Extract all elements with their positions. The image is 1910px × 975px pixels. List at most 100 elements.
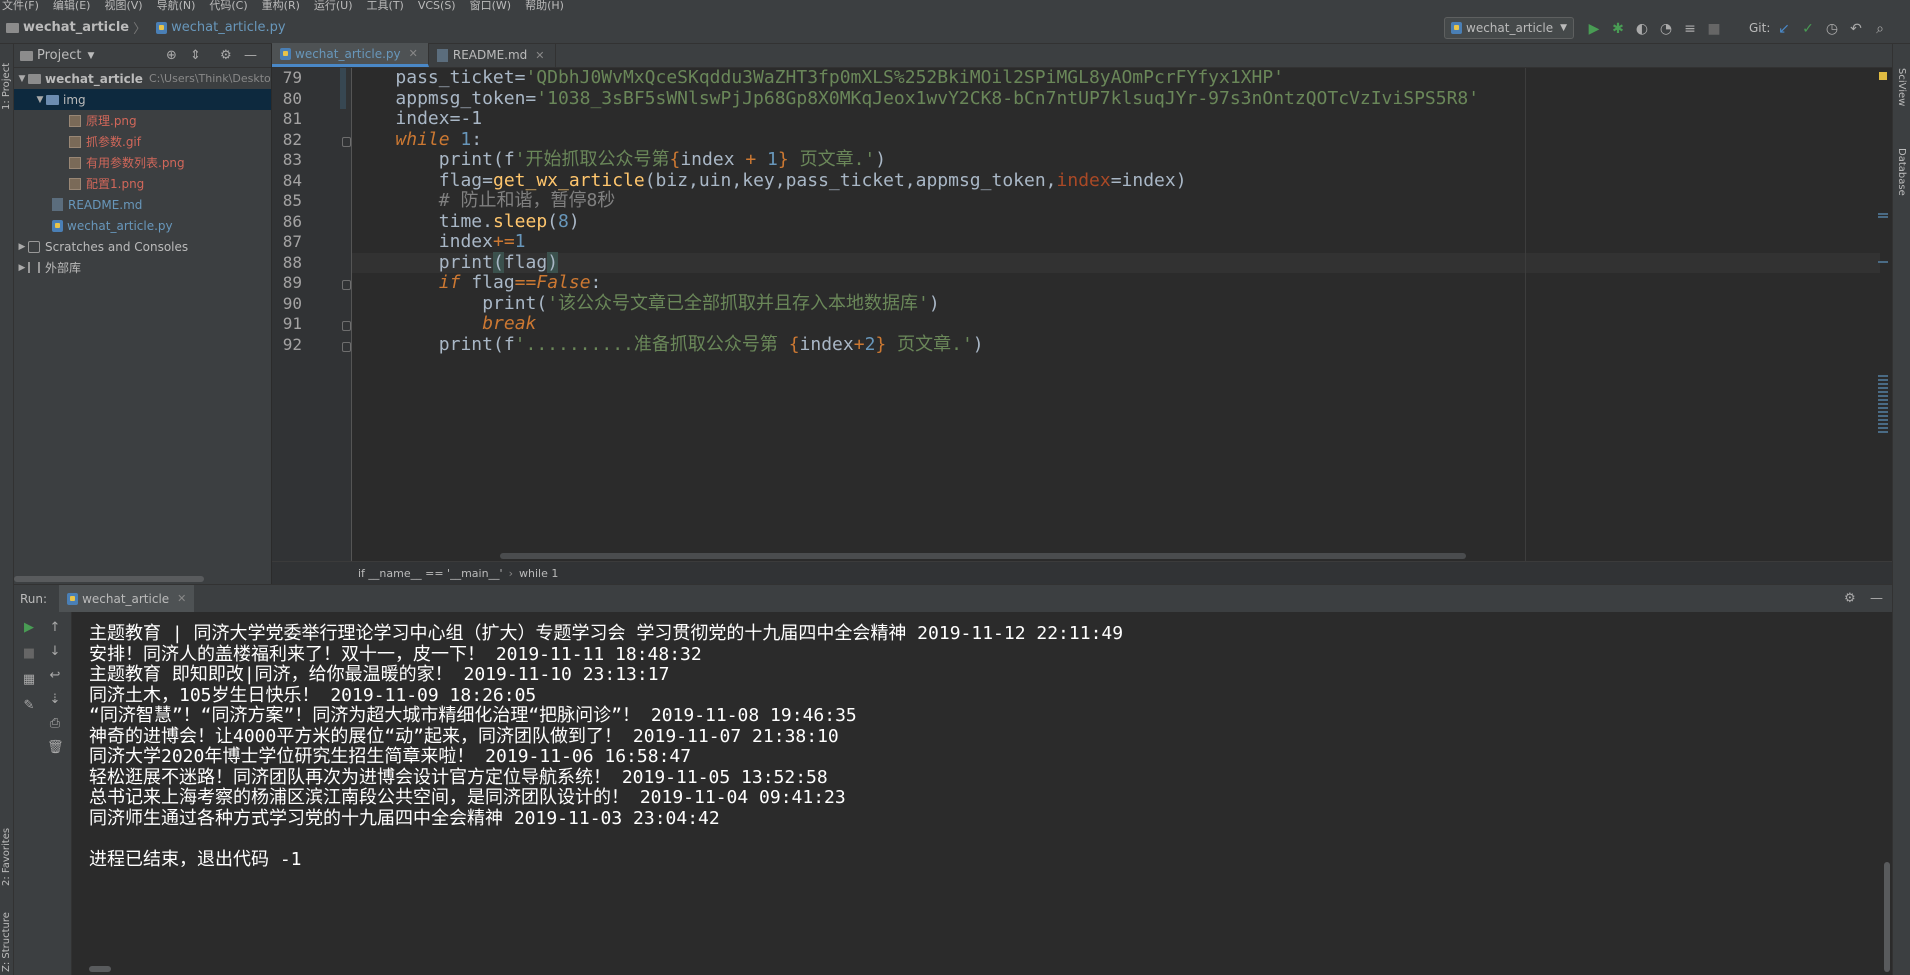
minimize-icon[interactable]: — xyxy=(1870,591,1883,606)
favorites-tool-button[interactable]: 2: Favorites xyxy=(1,814,12,886)
scroll-marker[interactable] xyxy=(1878,391,1888,393)
tree-item-file[interactable]: README.md xyxy=(14,194,271,215)
scroll-marker[interactable] xyxy=(1878,411,1888,413)
code-line[interactable]: if flag==False: xyxy=(352,272,1880,294)
scroll-marker[interactable] xyxy=(1878,216,1888,218)
tree-item-scratches[interactable]: ▶ Scratches and Consoles xyxy=(14,236,271,257)
code-line[interactable]: print('该公众号文章已全部抓取并且存入本地数据库') xyxy=(352,293,1880,315)
structure-tool-button[interactable]: Z: Structure xyxy=(1,904,12,972)
code-line[interactable]: print(f'..........准备抓取公众号第 {index+2} 页文章… xyxy=(352,334,1880,356)
gear-icon[interactable]: ⚙ xyxy=(1844,591,1856,606)
code-line[interactable]: break xyxy=(352,313,1880,335)
gear-icon[interactable]: ⚙ xyxy=(220,48,232,63)
tree-item-project-root[interactable]: ▼ wechat_article C:\Users\Think\Deskto xyxy=(14,68,271,89)
scroll-marker[interactable] xyxy=(1878,415,1888,417)
arrow-down-icon[interactable]: ↓ xyxy=(47,644,63,660)
tree-item-external-libraries[interactable]: ▶ 外部库 xyxy=(14,257,271,278)
tree-item-file[interactable]: 有用参数列表.png xyxy=(14,152,271,173)
scroll-marker[interactable] xyxy=(1878,407,1888,409)
scroll-marker[interactable] xyxy=(1878,403,1888,405)
concurrency-icon[interactable]: ≡ xyxy=(1682,21,1698,37)
breadcrumb-item[interactable]: while 1 xyxy=(519,567,558,580)
menu-item[interactable]: 运行(U) xyxy=(312,0,365,12)
breadcrumb-item[interactable]: if __name__ == '__main__' xyxy=(358,567,503,580)
git-update-icon[interactable]: ↙ xyxy=(1776,21,1792,37)
fold-icon[interactable] xyxy=(342,136,351,147)
arrow-up-icon[interactable]: ↑ xyxy=(47,620,63,636)
git-commit-icon[interactable]: ✓ xyxy=(1800,21,1816,37)
menu-item[interactable]: VCS(S) xyxy=(416,0,468,12)
rerun-icon[interactable]: ▶ xyxy=(21,620,37,636)
code-line[interactable]: flag=get_wx_article(biz,uin,key,pass_tic… xyxy=(352,170,1880,192)
code-line[interactable]: print(flag) xyxy=(352,251,1880,273)
inspection-status-icon[interactable] xyxy=(1879,72,1887,80)
stop-icon[interactable]: ■ xyxy=(1706,21,1722,37)
menu-item[interactable]: 视图(V) xyxy=(102,0,154,12)
code-area[interactable]: pass_ticket='QDbhJ0WvMxQceSKqddu3WaZHT3f… xyxy=(352,68,1880,561)
menu-item[interactable]: 重构(R) xyxy=(260,0,312,12)
code-line[interactable]: # 防止和谐，暂停8秒 xyxy=(352,190,1880,212)
tree-item-file[interactable]: 配置1.png xyxy=(14,173,271,194)
run-tab-wechat-article[interactable]: wechat_article ✕ xyxy=(59,584,195,613)
git-history-icon[interactable]: ◷ xyxy=(1824,21,1840,37)
tree-item-img-folder[interactable]: ▼ img xyxy=(14,89,271,110)
run-configuration-dropdown[interactable]: wechat_article ▼ xyxy=(1444,17,1574,39)
fold-icon[interactable] xyxy=(342,341,351,352)
scroll-marker[interactable] xyxy=(1878,379,1888,381)
minimize-icon[interactable]: — xyxy=(244,48,257,63)
database-tool-button[interactable]: Database xyxy=(1896,148,1907,196)
menu-item[interactable]: 窗口(W) xyxy=(468,0,523,12)
fold-icon[interactable] xyxy=(342,280,351,290)
tree-item-file[interactable]: 原理.png xyxy=(14,110,271,131)
scroll-to-end-icon[interactable]: ⇣ xyxy=(47,692,63,708)
code-line[interactable]: time.sleep(8) xyxy=(352,211,1880,233)
menu-item[interactable]: 文件(F) xyxy=(0,0,51,12)
nav-crumb-project[interactable]: wechat_article 〉 xyxy=(0,18,150,37)
code-line[interactable]: pass_ticket='QDbhJ0WvMxQceSKqddu3WaZHT3f… xyxy=(352,68,1880,89)
stop-icon[interactable]: ■ xyxy=(21,646,37,662)
project-horizontal-scrollbar[interactable] xyxy=(14,576,204,582)
run-console-output[interactable]: 主题教育 | 同济大学党委举行理论学习中心组（扩大）专题学习会 学习贯彻党的十九… xyxy=(72,612,1892,975)
menu-item[interactable]: 帮助(H) xyxy=(523,0,576,12)
code-line[interactable]: index+=1 xyxy=(352,231,1880,253)
close-icon[interactable]: ✕ xyxy=(535,49,544,62)
search-icon[interactable]: ⌕ xyxy=(1872,21,1888,37)
change-marker[interactable] xyxy=(340,68,346,89)
project-view-dropdown[interactable]: Project xyxy=(37,48,81,63)
scroll-marker[interactable] xyxy=(1878,399,1888,401)
expand-arrow-icon[interactable]: ▼ xyxy=(34,95,46,105)
code-line[interactable]: while 1: xyxy=(352,129,1880,151)
nav-crumb-file[interactable]: wechat_article.py xyxy=(150,20,286,35)
menu-item[interactable]: 编辑(E) xyxy=(51,0,103,12)
tree-item-file[interactable]: wechat_article.py xyxy=(14,215,271,236)
collapse-all-icon[interactable]: ⇕ xyxy=(190,48,201,63)
change-marker[interactable] xyxy=(340,88,346,109)
code-line[interactable]: index=-1 xyxy=(352,108,1880,130)
scroll-marker[interactable] xyxy=(1878,261,1888,263)
console-horizontal-scrollbar[interactable] xyxy=(89,966,111,972)
menu-item[interactable]: 工具(T) xyxy=(365,0,416,12)
menu-item[interactable]: 代码(C) xyxy=(207,0,259,12)
menu-item[interactable]: 导航(N) xyxy=(155,0,208,12)
close-icon[interactable]: ✕ xyxy=(177,592,186,605)
console-vertical-scrollbar[interactable] xyxy=(1884,862,1890,972)
chevron-down-icon[interactable]: ▼ xyxy=(87,51,94,61)
tab-readme-md[interactable]: README.md ✕ xyxy=(429,43,556,67)
scroll-marker[interactable] xyxy=(1878,383,1888,385)
scroll-marker[interactable] xyxy=(1878,431,1888,433)
coverage-icon[interactable]: ◐ xyxy=(1634,21,1650,37)
expand-arrow-icon[interactable]: ▶ xyxy=(16,242,28,252)
scroll-marker[interactable] xyxy=(1878,395,1888,397)
tree-item-file[interactable]: 抓参数.gif xyxy=(14,131,271,152)
code-line[interactable]: print(f'开始抓取公众号第{index + 1} 页文章.') xyxy=(352,149,1880,171)
locate-icon[interactable]: ⊕ xyxy=(166,48,177,63)
project-tool-button[interactable]: 1: Project xyxy=(1,48,12,110)
soft-wrap-icon[interactable]: ↩ xyxy=(47,668,63,684)
run-icon[interactable]: ▶ xyxy=(1586,21,1602,37)
trash-icon[interactable]: 🗑 xyxy=(47,740,64,756)
sciview-tool-button[interactable]: SciView xyxy=(1896,68,1907,106)
pin-icon[interactable]: ✎ xyxy=(21,698,37,714)
code-line[interactable]: appmsg_token='1038_3sBF5sWNlswPjJp68Gp8X… xyxy=(352,88,1880,110)
scroll-marker[interactable] xyxy=(1878,427,1888,429)
profile-icon[interactable]: ◔ xyxy=(1658,21,1674,37)
